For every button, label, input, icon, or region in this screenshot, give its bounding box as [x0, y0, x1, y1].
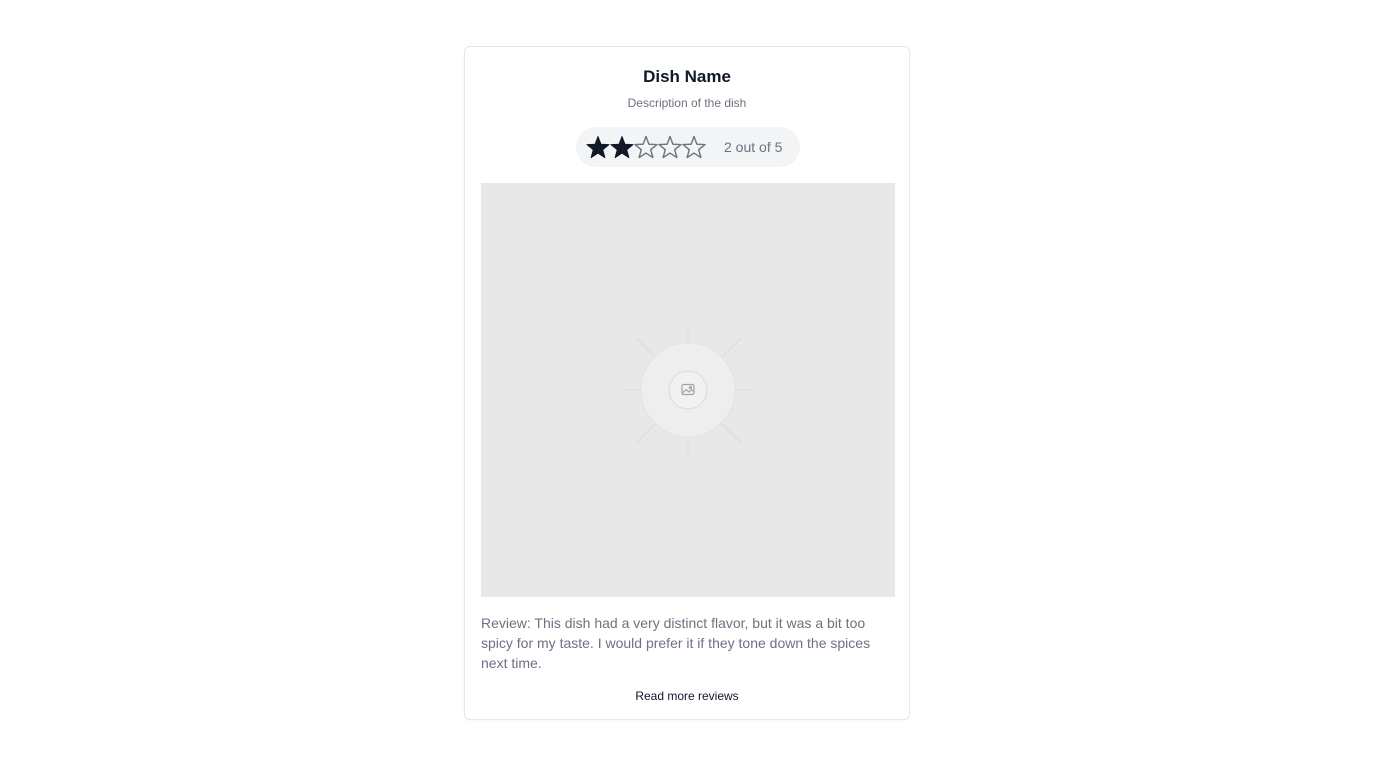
dish-description: Description of the dish [627, 96, 747, 110]
star-filled-icon[interactable] [610, 134, 634, 160]
star-empty-icon[interactable] [658, 134, 682, 160]
rating-label: 2 out of 5 [724, 139, 783, 155]
dish-title: Dish Name [643, 67, 731, 86]
dish-image-placeholder [481, 183, 895, 597]
star-empty-icon[interactable] [634, 134, 658, 160]
star-filled-icon[interactable] [586, 134, 610, 160]
read-more-reviews-link[interactable]: Read more reviews [465, 688, 909, 704]
rating-pill: 2 out of 5 [576, 127, 800, 167]
star-empty-icon[interactable] [682, 134, 706, 160]
image-placeholder-icon [626, 328, 751, 453]
dish-card: Dish Name Description of the dish 2 out … [464, 46, 910, 720]
star-rating[interactable] [586, 134, 706, 160]
review-text: Review: This dish had a very distinct fl… [481, 615, 871, 671]
